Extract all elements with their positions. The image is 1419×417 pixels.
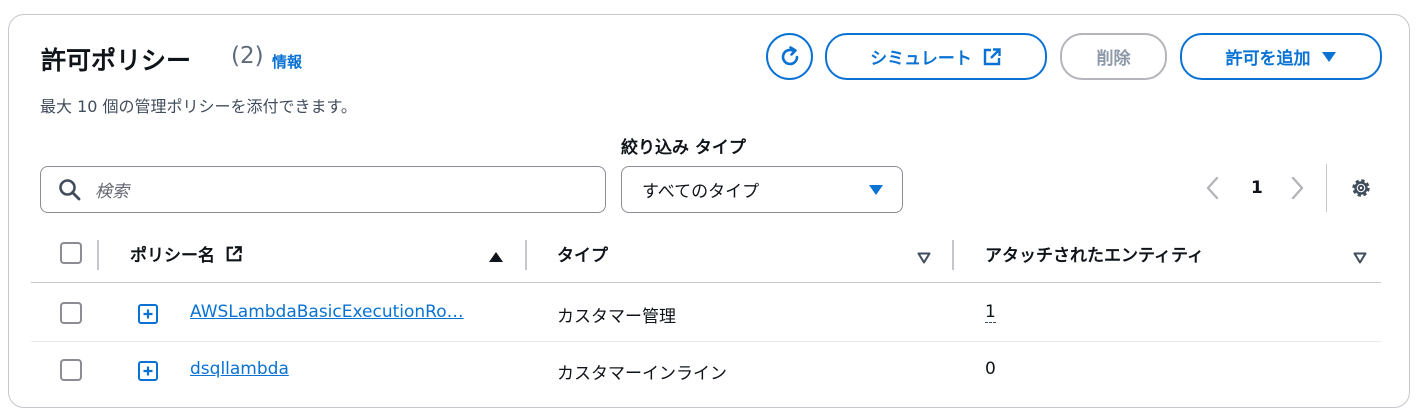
policy-type: カスタマー管理 (557, 307, 676, 327)
column-header-policy-name[interactable]: ポリシー名 (130, 241, 243, 266)
type-filter-label: 絞り込み タイプ (621, 138, 746, 158)
column-header-label: ポリシー名 (130, 246, 215, 266)
attached-entities-count: 0 (985, 359, 996, 379)
chevron-right-icon (1291, 176, 1304, 200)
delete-button[interactable]: 削除 (1060, 33, 1167, 80)
type-filter-select[interactable]: すべてのタイプ (621, 166, 903, 213)
caret-down-icon (1321, 51, 1336, 62)
simulate-label: シミュレート (870, 49, 972, 69)
page-title: 許可ポリシー (41, 46, 192, 75)
table-header-divider (31, 282, 1381, 283)
current-page[interactable]: 1 (1251, 178, 1263, 198)
expand-row-button[interactable] (138, 361, 158, 381)
policy-name-link[interactable]: AWSLambdaBasicExecutionRo… (190, 302, 464, 322)
sort-ascending-icon[interactable] (488, 248, 504, 267)
sort-caret-icon[interactable] (1353, 249, 1367, 268)
select-all-checkbox[interactable] (60, 242, 82, 264)
policy-name-link[interactable]: dsqllambda (190, 359, 289, 379)
type-filter-value: すべてのタイプ (642, 182, 760, 202)
row-checkbox[interactable] (60, 302, 82, 324)
delete-label: 削除 (1096, 49, 1131, 69)
column-header-attached-entities[interactable]: アタッチされたエンティティ (985, 241, 1204, 266)
caret-down-icon (869, 184, 883, 195)
refresh-icon (781, 45, 798, 65)
search-icon (59, 178, 81, 200)
panel-description: 最大 10 個の管理ポリシーを添付できます。 (40, 97, 357, 116)
plus-icon (143, 309, 153, 319)
simulate-button[interactable]: シミュレート (825, 33, 1047, 80)
gear-icon (1352, 179, 1370, 197)
chevron-left-icon (1206, 176, 1219, 200)
pagination-divider (1326, 164, 1327, 212)
add-permissions-label: 許可を追加 (1225, 49, 1311, 69)
previous-page-button[interactable] (1205, 175, 1221, 205)
external-link-icon (983, 47, 1001, 65)
next-page-button[interactable] (1289, 175, 1305, 205)
info-link[interactable]: 情報 (272, 51, 302, 72)
policy-type: カスタマーインライン (557, 364, 727, 384)
table-row-divider (31, 341, 1381, 342)
column-divider (97, 240, 99, 270)
plus-icon (143, 366, 153, 376)
search-placeholder: 検索 (95, 182, 129, 202)
column-divider (952, 240, 954, 270)
column-header-type[interactable]: タイプ (557, 241, 608, 266)
policy-count: (2) (231, 43, 264, 69)
permissions-policies-panel: 許可ポリシー (2) 情報 最大 10 個の管理ポリシーを添付できます。 シミュ… (8, 14, 1410, 408)
attached-entities-count[interactable]: 1 (985, 302, 996, 323)
preferences-button[interactable] (1349, 176, 1373, 204)
external-link-icon (226, 246, 242, 262)
expand-row-button[interactable] (138, 304, 158, 324)
add-permissions-button[interactable]: 許可を追加 (1180, 33, 1382, 80)
search-input[interactable]: 検索 (40, 166, 606, 213)
column-divider (525, 240, 527, 270)
sort-caret-icon[interactable] (917, 249, 931, 268)
row-checkbox[interactable] (60, 359, 82, 381)
refresh-button[interactable] (766, 33, 813, 80)
